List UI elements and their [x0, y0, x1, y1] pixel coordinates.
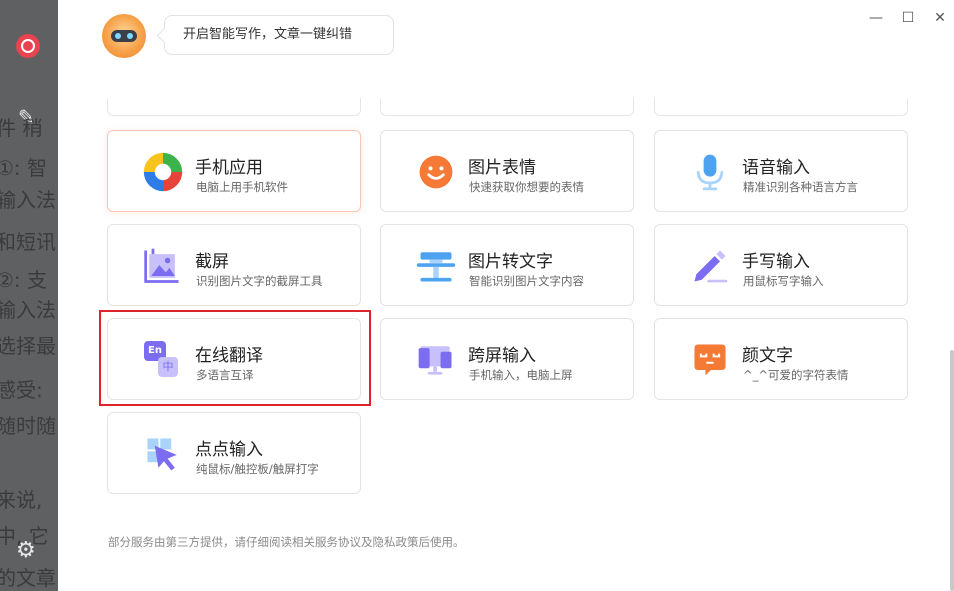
- cross-screen-icon: [418, 346, 452, 375]
- card-subtitle: 智能识别图片文字内容: [469, 274, 584, 288]
- kaomoji-icon: [694, 344, 726, 376]
- background-text: 输入法: [0, 188, 56, 212]
- background-text: 随时随: [0, 414, 56, 438]
- card-subtitle: 电脑上用手机软件: [196, 180, 288, 194]
- card-title: 图片表情: [468, 158, 536, 178]
- card-handwriting[interactable]: 手写输入 用鼠标写字输入: [654, 224, 908, 306]
- background-app: ✎ 件 稍 ①: 智 输入法 和短讯 ②: 支 输入法 选择最 感受: 随时随 …: [0, 0, 58, 591]
- smiley-icon: [419, 155, 453, 189]
- card-title: 手写输入: [742, 252, 810, 272]
- settings-gear-icon[interactable]: ⚙: [16, 538, 36, 563]
- card-subtitle: 识别图片文字的截屏工具: [196, 274, 323, 288]
- background-text: ②: 支: [0, 268, 48, 292]
- card-subtitle: 用鼠标写字输入: [743, 274, 824, 288]
- maximize-button[interactable]: ☐: [898, 8, 918, 28]
- phone-apps-icon: [143, 152, 183, 192]
- background-text: 来说,: [0, 488, 43, 512]
- background-text: 选择最: [0, 334, 56, 358]
- card-title: 手机应用: [195, 158, 263, 178]
- card-title: 语音输入: [742, 158, 810, 178]
- card-subtitle: 手机输入，电脑上屏: [469, 368, 573, 382]
- ocr-icon: [416, 252, 456, 282]
- app-logo-icon: [16, 34, 40, 58]
- card-subtitle: 精准识别各种语言方言: [743, 180, 858, 194]
- minimize-button[interactable]: —: [866, 8, 886, 28]
- card-voice-input[interactable]: 语音输入 精准识别各种语言方言: [654, 130, 908, 212]
- microphone-icon: [696, 154, 724, 191]
- card-image-to-text[interactable]: 图片转文字 智能识别图片文字内容: [380, 224, 634, 306]
- card-image-emoji[interactable]: 图片表情 快速获取你想要的表情: [380, 130, 634, 212]
- background-text: 的文章: [0, 566, 56, 590]
- pen-icon: [694, 250, 728, 283]
- card-title: 颜文字: [742, 346, 793, 366]
- background-text: ①: 智: [0, 156, 48, 180]
- card-kaomoji[interactable]: 颜文字 ^_^可爱的字符表情: [654, 318, 908, 400]
- promo-bubble[interactable]: 开启智能写作，文章一键纠错: [164, 15, 394, 55]
- toolbox-panel: 开启智能写作，文章一键纠错 — ☐ ✕ 手机应用 电脑上用手机软件 图片表情 快…: [58, 0, 954, 591]
- background-text: 和短讯: [0, 230, 56, 254]
- card-cross-screen[interactable]: 跨屏输入 手机输入，电脑上屏: [380, 318, 634, 400]
- mascot-eye: [115, 33, 121, 39]
- card-title: 图片转文字: [468, 252, 553, 272]
- background-text: 感受:: [0, 378, 43, 402]
- card-title: 跨屏输入: [468, 346, 536, 366]
- card-click-input[interactable]: 点点输入 纯鼠标/触控板/触屏打字: [107, 412, 361, 494]
- background-text: 件 稍: [0, 116, 43, 140]
- selection-highlight: [99, 310, 371, 406]
- background-text: 输入法: [0, 298, 56, 322]
- card-subtitle: 纯鼠标/触控板/触屏打字: [196, 462, 319, 476]
- card-clipped[interactable]: [107, 98, 361, 116]
- card-clipped[interactable]: [654, 98, 908, 116]
- click-input-icon: [147, 438, 177, 471]
- close-button[interactable]: ✕: [930, 8, 950, 28]
- mascot-visor: [111, 30, 137, 42]
- card-title: 截屏: [195, 252, 229, 272]
- scrollbar[interactable]: [950, 350, 954, 591]
- mascot-eye: [127, 33, 133, 39]
- card-subtitle: 快速获取你想要的表情: [469, 180, 584, 194]
- card-screenshot[interactable]: 截屏 识别图片文字的截屏工具: [107, 224, 361, 306]
- card-title: 点点输入: [195, 440, 263, 460]
- screenshot-icon: [144, 248, 179, 283]
- card-subtitle: ^_^可爱的字符表情: [743, 368, 849, 382]
- footer-disclaimer: 部分服务由第三方提供，请仔细阅读相关服务协议及隐私政策后使用。: [108, 535, 465, 549]
- card-phone-apps[interactable]: 手机应用 电脑上用手机软件: [107, 130, 361, 212]
- promo-text: 开启智能写作，文章一键纠错: [183, 27, 353, 42]
- mascot-avatar[interactable]: [102, 14, 146, 58]
- card-clipped[interactable]: [380, 98, 634, 116]
